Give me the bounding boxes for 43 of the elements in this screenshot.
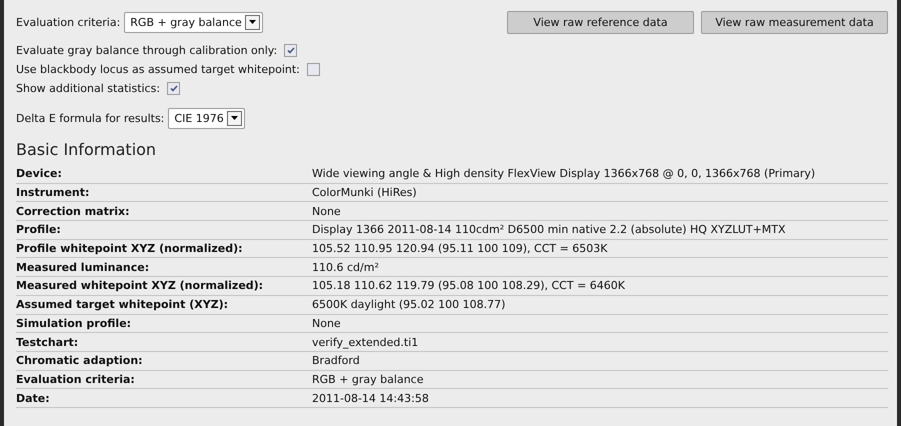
checkbox[interactable] [306, 63, 320, 76]
info-label: Measured luminance: [16, 260, 150, 274]
info-value: verify_extended.ti1 [312, 336, 418, 349]
delta-e-dropdown[interactable]: CIE 1976 [168, 108, 245, 128]
option-label: Evaluate gray balance through calibration only: [16, 44, 278, 57]
info-value: 6500K daylight (95.02 100 108.77) [312, 298, 506, 312]
info-label: Simulation profile: [16, 316, 132, 330]
info-label: Measured whitepoint XYZ (normalized): [16, 279, 264, 292]
field-label: Evaluation criteria: [16, 16, 120, 28]
info-label: Date: [16, 392, 51, 405]
info-label: Profile whitepoint XYZ (normalized): [16, 242, 244, 256]
info-value: Bradford [312, 354, 360, 368]
info-value: Wide viewing angle & High density FlexView Display 1366x768 @ 0, 0, 1366x768 (Primary) [312, 167, 816, 180]
info-value: 105.52 110.95 120.94 (95.11 100 109), CCT = 6503K [312, 242, 608, 256]
info-label: Correction matrix: [16, 204, 131, 218]
info-label: Chromatic adaption: [16, 354, 144, 368]
caret-icon [230, 116, 238, 120]
info-value: 110.6 cd/m² [312, 260, 379, 274]
info-value: 2011-08-14 14:43:58 [312, 392, 429, 405]
section-title: Basic Information [16, 140, 158, 159]
info-value: None [312, 204, 341, 218]
view-data-button[interactable]: View raw measurement data [701, 11, 888, 34]
info-label: Testchart: [16, 336, 80, 349]
info-label: Assumed target whitepoint (XYZ): [16, 298, 230, 312]
info-label: Evaluation criteria: [16, 372, 136, 386]
info-value: ColorMunki (HiRes) [312, 186, 417, 200]
criteria-dropdown[interactable]: RGB + gray balance [124, 12, 263, 32]
option-label: Show additional statistics: [16, 82, 160, 95]
checkbox[interactable] [167, 82, 180, 95]
info-value: None [312, 316, 341, 330]
info-value: Display 1366 2011-08-14 110cdm² D6500 min native 2.2 (absolute) HQ XYZLUT+MTX [312, 223, 786, 236]
info-label: Device: [16, 167, 63, 180]
checkbox[interactable] [284, 44, 298, 57]
checkmark-icon [170, 85, 178, 92]
info-value: RGB + gray balance [312, 372, 424, 386]
option-label: Use blackbody locus as assumed target whitepoint: [16, 63, 300, 76]
view-data-button[interactable]: View raw reference data [507, 11, 694, 34]
info-label: Profile: [16, 223, 62, 236]
checkmark-icon [286, 47, 295, 54]
field-label: Delta E formula for results: [16, 112, 164, 124]
caret-icon [248, 20, 256, 24]
info-value: 105.18 110.62 119.79 (95.08 100 108.29), CCT = 6460K [312, 279, 626, 292]
info-label: Instrument: [16, 186, 90, 200]
